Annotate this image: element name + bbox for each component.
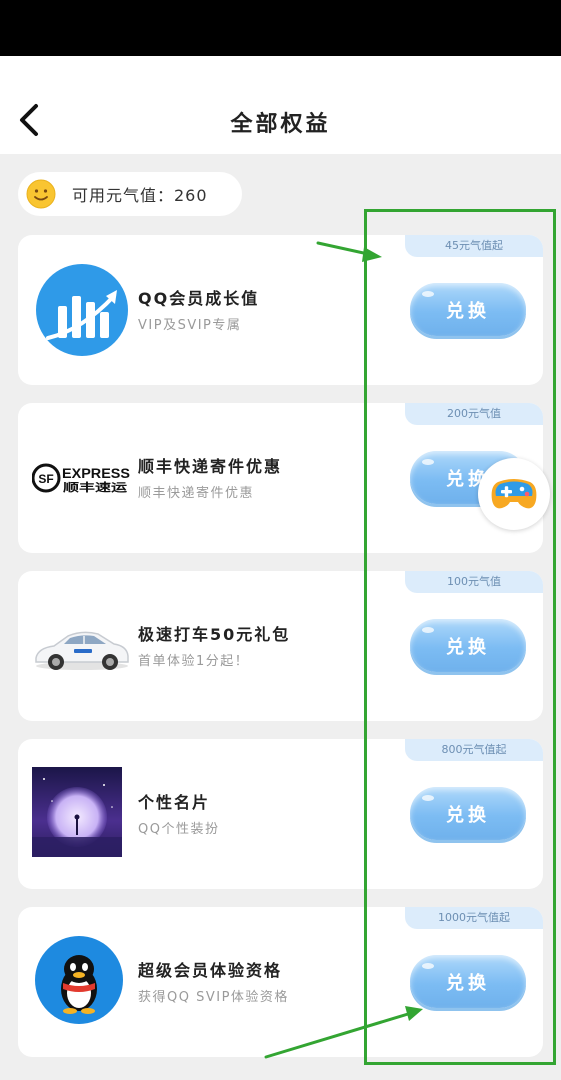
cost-tag: 1000元气值起 [405,907,543,929]
reward-subtitle: 顺丰快递寄件优惠 [138,486,255,501]
reward-card-name-card: 800元气值起 个性名片 QQ个性装扮 兑换 [18,739,543,889]
purple-moon-scene-image [32,767,122,857]
reward-title: 个性名片 [138,793,211,812]
cost-tag: 45元气值起 [405,235,543,257]
redeem-button[interactable]: 兑换 [410,955,526,1008]
reward-title: 极速打车50元礼包 [138,625,291,644]
reward-title: 顺丰快递寄件优惠 [138,457,283,476]
reward-card-growth: 45元气值起 QQ会员成长值 VIP及SVIP专属 兑换 [18,235,543,385]
points-balance: 可用元气值：260 [18,172,242,216]
sf-express-logo: SF EXPRESS 顺丰速运 [32,463,130,494]
reward-card-taxi: 100元气值 极速打车50元礼包 首单体验1分起！ 兑换 [18,571,543,721]
qq-penguin-icon [35,936,123,1024]
redeem-button[interactable]: 兑换 [410,787,526,840]
sf-logo-letters: SF [38,472,53,486]
reward-title: 超级会员体验资格 [138,961,283,980]
sf-logo-express: EXPRESS [62,466,130,481]
reward-subtitle: VIP及SVIP专属 [138,318,242,333]
reward-card-sf-express: 200元气值 SF EXPRESS 顺丰速运 顺丰快递寄件优惠 顺丰快递寄件优惠… [18,403,543,553]
reward-title: QQ会员成长值 [138,289,260,308]
reward-card-svip-trial: 1000元气值起 超级会员体验资格 获得QQ SVIP体验资格 兑换 [18,907,543,1057]
redeem-button[interactable]: 兑换 [410,283,526,336]
points-label: 可用元气值：260 [72,186,208,205]
cost-tag: 100元气值 [405,571,543,593]
cost-tag: 800元气值起 [405,739,543,761]
white-car-image [35,631,129,670]
cost-tag: 200元气值 [405,403,543,425]
status-bar [0,0,561,56]
page-title: 全部权益 [230,112,331,137]
navigation-bar: 全部权益 [0,56,561,154]
sf-logo-chinese: 顺丰速运 [63,480,127,494]
smiley-face-icon [26,179,56,209]
reward-subtitle: 获得QQ SVIP体验资格 [138,990,289,1005]
growth-chart-icon [36,264,128,356]
gamepad-icon [491,479,537,509]
reward-subtitle: 首单体验1分起！ [138,654,250,669]
floating-game-button[interactable] [478,458,550,530]
reward-subtitle: QQ个性装扮 [138,822,220,837]
redeem-button[interactable]: 兑换 [410,619,526,672]
